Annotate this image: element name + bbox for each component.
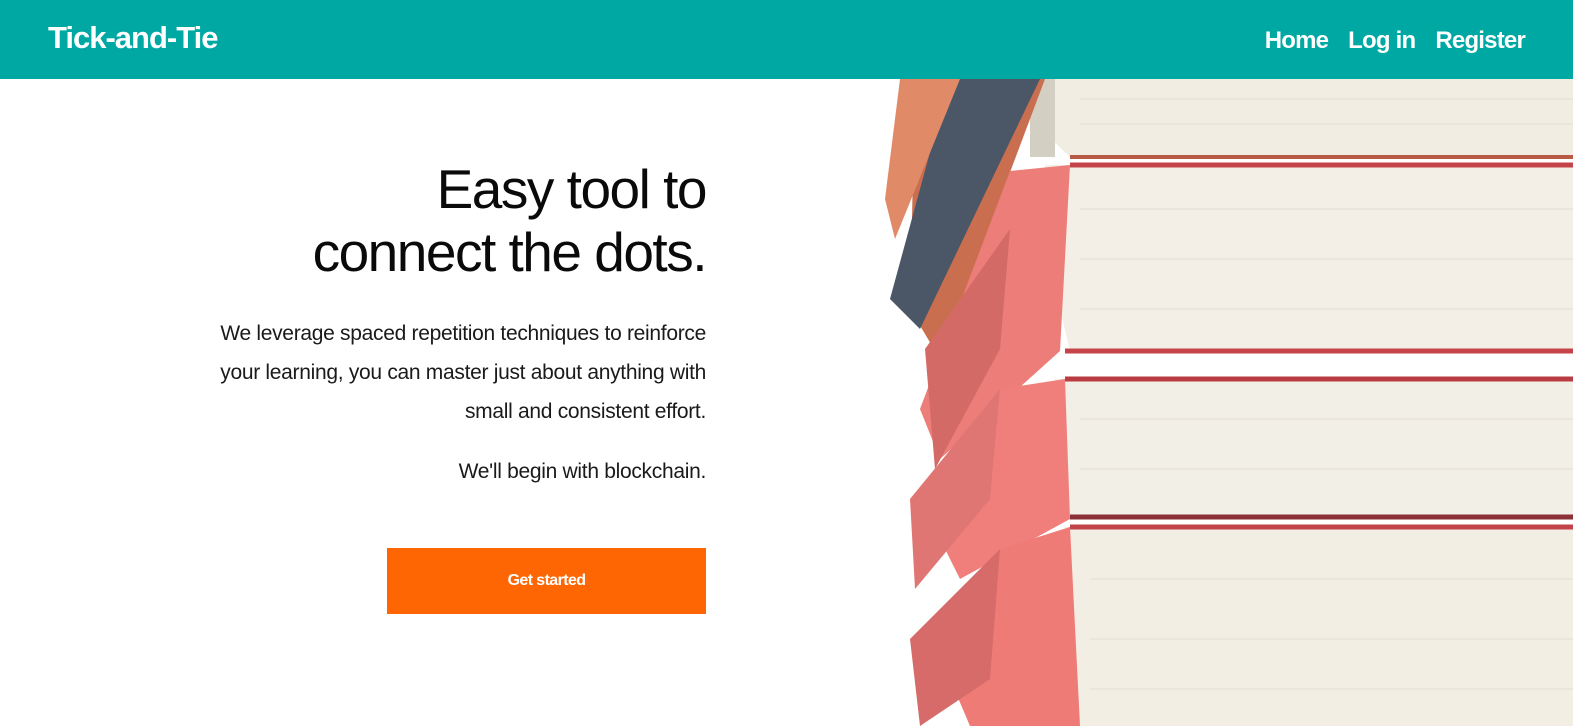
hero-section: Easy tool to connect the dots. We levera… [200, 158, 708, 491]
nav-links: Home Log in Register [1265, 27, 1526, 55]
hero-headline: Easy tool to connect the dots. [200, 158, 708, 284]
books-illustration [885, 79, 1573, 726]
stacked-books-photo [880, 79, 1573, 726]
get-started-button[interactable]: Get started [387, 548, 706, 614]
nav-link-register[interactable]: Register [1435, 27, 1525, 55]
hero-lead-text: We leverage spaced repetition techniques… [220, 322, 706, 423]
hero-sub-text: We'll begin with blockchain. [458, 460, 707, 483]
nav-link-home[interactable]: Home [1265, 27, 1329, 55]
brand-logo-link[interactable]: Tick-and-Tie [48, 20, 218, 56]
top-navbar: Tick-and-Tie Home Log in Register [0, 0, 1573, 79]
hero-headline-line2: connect the dots. [312, 221, 708, 283]
nav-link-login[interactable]: Log in [1348, 27, 1416, 55]
hero-headline-line1: Easy tool to [436, 158, 708, 220]
